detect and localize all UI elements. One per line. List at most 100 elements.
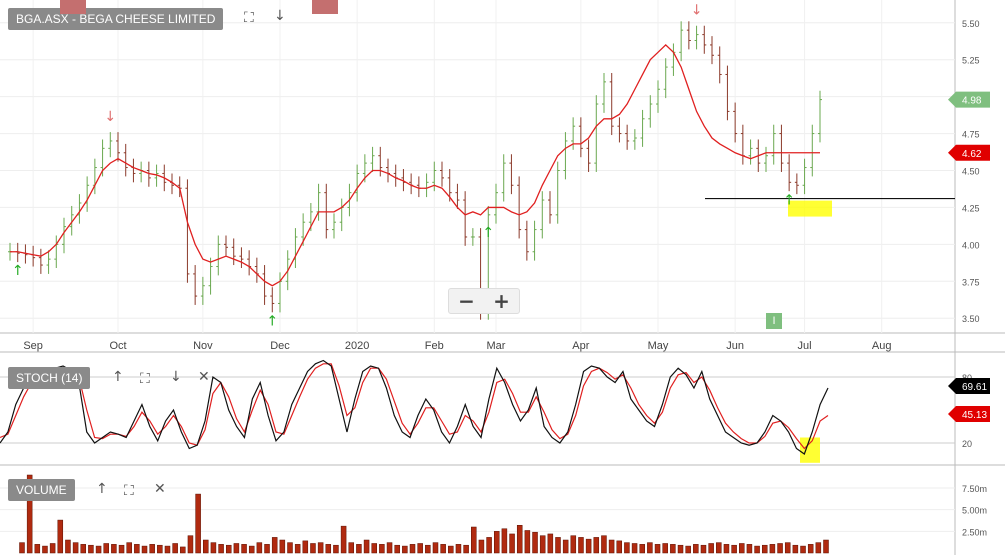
- volume-bar: [348, 542, 355, 554]
- close-icon[interactable]: ✕: [154, 481, 166, 497]
- volume-bar: [72, 542, 79, 554]
- volume-bar: [310, 543, 316, 554]
- zoom-out-button[interactable]: −: [458, 289, 475, 313]
- month-label: May: [648, 340, 669, 352]
- moving-average-label: 4.62: [962, 149, 982, 160]
- volume-bar: [463, 544, 469, 554]
- stoch-k-label: 69.61: [962, 382, 987, 393]
- volume-bar: [157, 544, 163, 554]
- volume-bar: [356, 544, 362, 554]
- price-tick-label: 4.25: [962, 203, 980, 213]
- zoom-control: − +: [448, 288, 520, 314]
- chart-title: BGA.ASX - BEGA CHEESE LIMITED: [8, 8, 224, 30]
- chart-canvas: 3.503.754.004.254.504.755.005.255.50SepO…: [0, 0, 1005, 555]
- volume-tick-label: 5.00m: [962, 506, 987, 516]
- arrow-down-icon[interactable]: ↓: [274, 8, 286, 24]
- volume-bar: [134, 544, 140, 554]
- volume-bar: [601, 535, 607, 554]
- red-marker-block: [312, 0, 338, 14]
- volume-bar: [57, 519, 64, 554]
- volume-bar: [616, 540, 623, 554]
- volume-bar: [693, 544, 699, 554]
- volume-bar: [325, 544, 332, 554]
- volume-bar: [471, 526, 477, 554]
- volume-bar: [440, 544, 446, 554]
- month-label: Dec: [270, 340, 290, 352]
- stoch-label: STOCH (14): [8, 367, 91, 389]
- expand-icon[interactable]: ⛶: [140, 371, 150, 387]
- event-marker-icon[interactable]: I: [766, 313, 782, 329]
- zoom-in-button[interactable]: +: [493, 289, 510, 313]
- volume-bar: [294, 544, 301, 554]
- close-icon[interactable]: ✕: [198, 369, 210, 385]
- volume-bar: [509, 533, 515, 554]
- volume-bar: [180, 546, 186, 554]
- volume-bar: [761, 544, 768, 554]
- volume-bar: [302, 540, 309, 554]
- volume-bar: [80, 544, 87, 554]
- arrow-up-icon[interactable]: ↑: [96, 481, 108, 497]
- volume-tick-label: 2.50m: [962, 527, 987, 537]
- expand-icon[interactable]: ⛶: [124, 483, 134, 499]
- volume-bar: [654, 544, 661, 554]
- stoch-tick-label: 20: [962, 439, 972, 449]
- volume-label: VOLUME: [8, 479, 75, 501]
- volume-bar: [455, 544, 462, 554]
- volume-bar: [555, 537, 561, 554]
- volume-bar: [800, 545, 806, 554]
- sell-arrow-icon: ↓: [104, 109, 116, 125]
- price-tick-label: 4.00: [962, 240, 980, 250]
- volume-bar: [95, 545, 102, 554]
- volume-bar: [662, 543, 668, 554]
- volume-bar: [386, 542, 393, 554]
- arrow-down-icon[interactable]: ↓: [170, 369, 182, 385]
- volume-bar: [448, 545, 454, 554]
- volume-bar: [149, 544, 155, 554]
- volume-bar: [784, 542, 791, 554]
- volume-bar: [241, 544, 247, 554]
- volume-bar: [210, 542, 217, 554]
- volume-bar: [264, 544, 270, 554]
- volume-bar: [34, 544, 41, 554]
- volume-bar: [402, 545, 408, 554]
- volume-bar: [256, 542, 263, 554]
- volume-bar: [126, 542, 132, 554]
- volume-bar: [363, 539, 370, 554]
- volume-bar: [379, 544, 385, 554]
- volume-bar: [317, 542, 324, 554]
- month-label: 2020: [345, 340, 369, 352]
- volume-bar: [708, 543, 714, 554]
- volume-bar: [639, 544, 645, 554]
- volume-bar: [731, 544, 737, 554]
- volume-bar: [547, 533, 554, 554]
- volume-bar: [516, 525, 523, 554]
- month-label: Apr: [572, 340, 589, 352]
- red-marker-block: [60, 0, 86, 14]
- volume-bar: [532, 531, 538, 554]
- volume-bar: [394, 544, 400, 554]
- volume-bar: [417, 543, 423, 554]
- volume-bar: [570, 535, 577, 554]
- volume-bar: [432, 542, 439, 554]
- volume-bar: [562, 539, 569, 554]
- price-tick-label: 5.50: [962, 19, 980, 29]
- volume-bar: [777, 543, 783, 554]
- volume-bar: [187, 535, 194, 554]
- volume-bar: [248, 545, 255, 554]
- volume-bar: [823, 539, 829, 554]
- volume-bar: [218, 544, 224, 554]
- buy-arrow-icon: ↑: [482, 225, 494, 241]
- volume-bar: [333, 544, 339, 554]
- expand-icon[interactable]: ⛶: [244, 10, 254, 26]
- volume-bar: [670, 544, 676, 554]
- volume-bar: [340, 525, 347, 554]
- volume-bar: [371, 543, 377, 554]
- volume-bar: [88, 544, 94, 554]
- volume-bar: [111, 544, 117, 554]
- volume-bar: [585, 538, 592, 554]
- month-label: Mar: [487, 340, 506, 352]
- volume-bar: [624, 542, 630, 554]
- month-label: Feb: [425, 340, 444, 352]
- volume-bar: [754, 545, 760, 554]
- arrow-up-icon[interactable]: ↑: [112, 369, 124, 385]
